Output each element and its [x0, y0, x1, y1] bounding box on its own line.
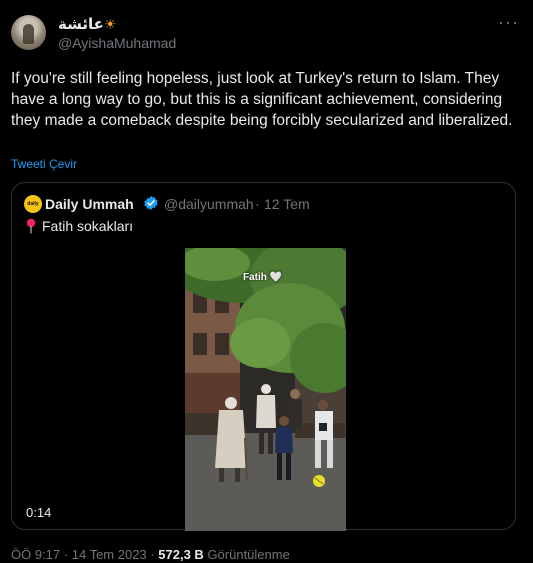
views-label: Görüntülenme: [207, 547, 290, 562]
location-pin-icon: [26, 218, 36, 234]
quoted-text: Fatih sokakları: [42, 218, 134, 234]
author-handle[interactable]: @AyishaMuhamad: [58, 35, 176, 51]
video-player[interactable]: Fatih 🤍: [185, 248, 346, 531]
verified-badge-icon: [144, 196, 158, 210]
avatar-figure: [23, 24, 34, 44]
more-options-icon[interactable]: ···: [498, 12, 519, 33]
tweet-time[interactable]: ÖÖ 9:17: [11, 547, 60, 562]
sun-icon: ☀: [103, 17, 117, 33]
meta-separator: ·: [63, 547, 69, 562]
quoted-separator: ·: [255, 196, 260, 212]
display-name-text: عائشة: [58, 15, 104, 33]
meta-separator: ·: [150, 547, 155, 562]
daily-ummah-logo-icon: daily ummah: [24, 195, 42, 225]
quoted-author-handle[interactable]: @dailyummah: [164, 196, 254, 212]
video-frame: [185, 248, 346, 531]
tweet-meta: ÖÖ 9:17 · 14 Tem 2023 · 572,3 B Görüntül…: [11, 547, 290, 562]
white-heart-icon: 🤍: [269, 272, 283, 283]
quoted-date[interactable]: 12 Tem: [264, 196, 310, 212]
author-avatar[interactable]: [11, 15, 46, 50]
video-overlay-text: Fatih: [243, 272, 267, 283]
tweet-date[interactable]: 14 Tem 2023: [72, 547, 147, 562]
quoted-tweet[interactable]: daily ummah Daily Ummah @dailyummah · 12…: [11, 182, 516, 531]
author-display-name[interactable]: عائشة☀: [58, 15, 116, 33]
quoted-author-name[interactable]: Daily Ummah: [45, 196, 134, 212]
tweet-text: If you're still feeling hopeless, just l…: [11, 70, 513, 129]
video-duration: 0:14: [26, 505, 52, 520]
video-overlay-label: Fatih 🤍: [243, 272, 282, 283]
translate-tweet-link[interactable]: Tweeti Çevir: [11, 157, 77, 171]
views-count: 572,3 B: [158, 547, 204, 562]
